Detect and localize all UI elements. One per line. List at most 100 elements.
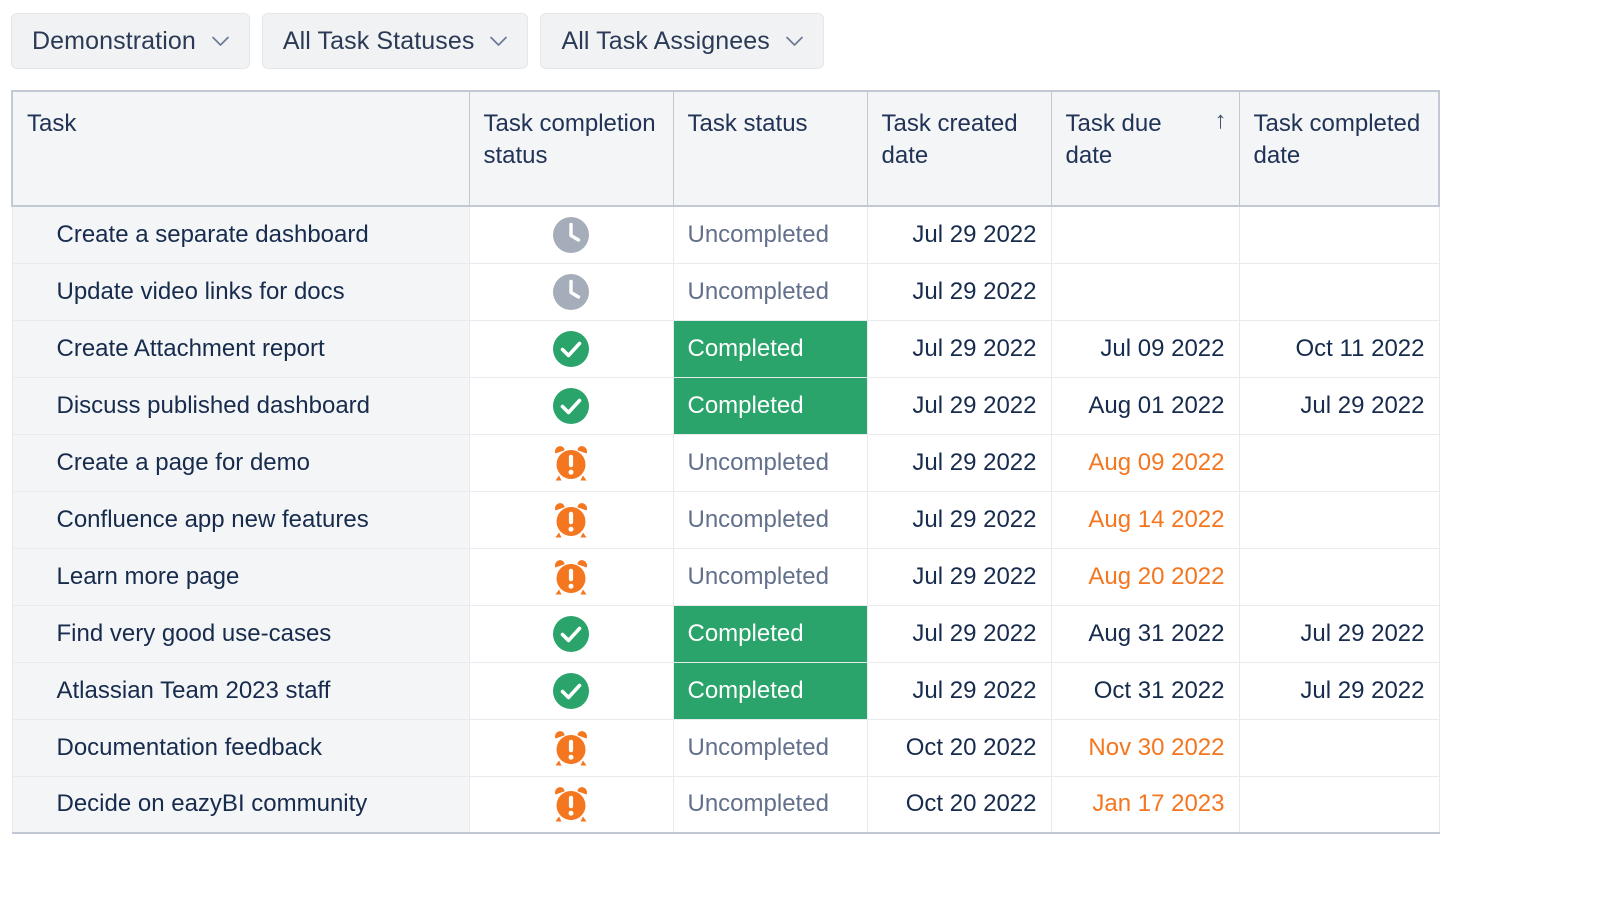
table-row[interactable]: Create a page for demo Uncompleted Jul 29 … xyxy=(11,433,1440,492)
cell-task-completed-date xyxy=(1238,547,1440,606)
cell-task-created-date: Jul 29 2022 xyxy=(866,376,1052,435)
chevron-down-icon xyxy=(490,36,508,47)
filter-task-statuses-label: All Task Statuses xyxy=(282,26,475,55)
chevron-down-icon xyxy=(212,36,229,47)
alarm-warning-icon xyxy=(550,499,592,541)
cell-task-completed-date xyxy=(1238,262,1440,321)
cell-task[interactable]: Documentation feedback xyxy=(11,718,470,777)
table-row[interactable]: Confluence app new features Uncompleted Ju… xyxy=(11,490,1440,549)
column-header-task-label: Task xyxy=(27,110,77,137)
column-header-task-completion-status[interactable]: Task completion status xyxy=(468,90,674,207)
filter-demonstration-label: Demonstration xyxy=(32,26,196,55)
cell-task-completion-status xyxy=(468,490,674,549)
cell-task-completed-date xyxy=(1238,433,1440,492)
cell-task-completed-date: Jul 29 2022 xyxy=(1238,604,1440,663)
check-circle-icon xyxy=(551,671,591,711)
cell-task-created-date: Jul 29 2022 xyxy=(866,490,1052,549)
cell-task-completion-status xyxy=(468,262,674,321)
check-circle-icon xyxy=(551,614,591,654)
cell-task-due-date: Nov 30 2022 xyxy=(1050,718,1240,777)
cell-task[interactable]: Create a separate dashboard xyxy=(11,205,470,264)
task-table: Task Task completion status Task status … xyxy=(11,90,1440,834)
cell-task-completed-date xyxy=(1238,718,1440,777)
cell-task[interactable]: Find very good use-cases xyxy=(11,604,470,663)
table-row[interactable]: Discuss published dashboard Completed Jul … xyxy=(11,376,1440,435)
cell-task-status: Completed xyxy=(672,661,868,720)
cell-task-created-date: Jul 29 2022 xyxy=(866,547,1052,606)
table-row[interactable]: Create Attachment report Completed Jul 29 … xyxy=(11,319,1440,378)
task-table-container: Task Task completion status Task status … xyxy=(11,90,1440,834)
check-circle-icon xyxy=(551,329,591,369)
cell-task[interactable]: Discuss published dashboard xyxy=(11,376,470,435)
cell-task-due-date: Jan 17 2023 xyxy=(1050,775,1240,834)
cell-task-completion-status xyxy=(468,775,674,834)
table-row[interactable]: Learn more page Uncompleted Jul 29 2022 Aug… xyxy=(11,547,1440,606)
cell-task-status: Uncompleted xyxy=(672,262,868,321)
cell-task-status: Completed xyxy=(672,376,868,435)
column-header-task[interactable]: Task xyxy=(11,90,470,207)
cell-task-due-date: Oct 31 2022 xyxy=(1050,661,1240,720)
cell-task-completion-status xyxy=(468,205,674,264)
cell-task-status: Uncompleted xyxy=(672,775,868,834)
cell-task-created-date: Jul 29 2022 xyxy=(866,433,1052,492)
table-row[interactable]: Documentation feedback Uncompleted Oct 20 … xyxy=(11,718,1440,777)
cell-task-completed-date xyxy=(1238,205,1440,264)
cell-task-completion-status xyxy=(468,319,674,378)
cell-task[interactable]: Create a page for demo xyxy=(11,433,470,492)
column-header-task-due-date-label: Task due date xyxy=(1065,110,1162,169)
table-row[interactable]: Find very good use-cases Completed Jul 29 … xyxy=(11,604,1440,663)
cell-task-due-date xyxy=(1050,205,1240,264)
cell-task-completed-date: Oct 11 2022 xyxy=(1238,319,1440,378)
cell-task[interactable]: Confluence app new features xyxy=(11,490,470,549)
table-row[interactable]: Update video links for docs Uncompleted Ju… xyxy=(11,262,1440,321)
cell-task[interactable]: Learn more page xyxy=(11,547,470,606)
cell-task-completed-date: Jul 29 2022 xyxy=(1238,661,1440,720)
column-header-task-created-date-label: Task created date xyxy=(881,110,1018,169)
column-header-task-completed-date[interactable]: Task completed date xyxy=(1238,90,1440,207)
cell-task-completed-date xyxy=(1238,490,1440,549)
clock-icon xyxy=(551,272,591,312)
alarm-warning-icon xyxy=(550,442,592,484)
cell-task-due-date: Aug 14 2022 xyxy=(1050,490,1240,549)
filter-task-assignees[interactable]: All Task Assignees xyxy=(540,13,824,69)
cell-task-status: Uncompleted xyxy=(672,205,868,264)
cell-task-status: Uncompleted xyxy=(672,433,868,492)
cell-task-created-date: Oct 20 2022 xyxy=(866,718,1052,777)
column-header-task-status[interactable]: Task status xyxy=(672,90,868,207)
alarm-warning-icon xyxy=(550,783,592,825)
column-header-task-completion-status-label: Task completion status xyxy=(483,110,656,169)
cell-task-created-date: Oct 20 2022 xyxy=(866,775,1052,834)
cell-task-due-date: Aug 01 2022 xyxy=(1050,376,1240,435)
cell-task-due-date xyxy=(1050,262,1240,321)
cell-task-due-date: Aug 31 2022 xyxy=(1050,604,1240,663)
cell-task-completion-status xyxy=(468,433,674,492)
cell-task[interactable]: Create Attachment report xyxy=(11,319,470,378)
filter-demonstration[interactable]: Demonstration xyxy=(11,13,250,69)
column-header-task-due-date[interactable]: Task due date ↑ xyxy=(1050,90,1240,207)
sort-ascending-icon[interactable]: ↑ xyxy=(1215,109,1227,133)
cell-task-completed-date: Jul 29 2022 xyxy=(1238,376,1440,435)
cell-task[interactable]: Update video links for docs xyxy=(11,262,470,321)
cell-task-created-date: Jul 29 2022 xyxy=(866,319,1052,378)
cell-task-completion-status xyxy=(468,376,674,435)
cell-task-created-date: Jul 29 2022 xyxy=(866,262,1052,321)
cell-task-status: Completed xyxy=(672,319,868,378)
cell-task-completed-date xyxy=(1238,775,1440,834)
task-table-body: Create a separate dashboard Uncompleted Ju… xyxy=(11,205,1440,834)
cell-task-completion-status xyxy=(468,718,674,777)
cell-task[interactable]: Decide on eazyBI community xyxy=(11,775,470,834)
cell-task-completion-status xyxy=(468,604,674,663)
chevron-down-icon xyxy=(786,36,803,47)
cell-task-status: Uncompleted xyxy=(672,718,868,777)
filter-task-statuses[interactable]: All Task Statuses xyxy=(261,13,529,69)
column-header-task-status-label: Task status xyxy=(687,110,808,137)
table-row[interactable]: Decide on eazyBI community Uncompleted Oct… xyxy=(11,775,1440,834)
cell-task[interactable]: Atlassian Team 2023 staff xyxy=(11,661,470,720)
task-table-header: Task Task completion status Task status … xyxy=(11,90,1440,207)
table-row[interactable]: Create a separate dashboard Uncompleted Ju… xyxy=(11,205,1440,264)
column-header-task-created-date[interactable]: Task created date xyxy=(866,90,1052,207)
cell-task-due-date: Jul 09 2022 xyxy=(1050,319,1240,378)
table-row[interactable]: Atlassian Team 2023 staff Completed Jul 29… xyxy=(11,661,1440,720)
filter-task-assignees-label: All Task Assignees xyxy=(561,26,770,55)
alarm-warning-icon xyxy=(550,727,592,769)
